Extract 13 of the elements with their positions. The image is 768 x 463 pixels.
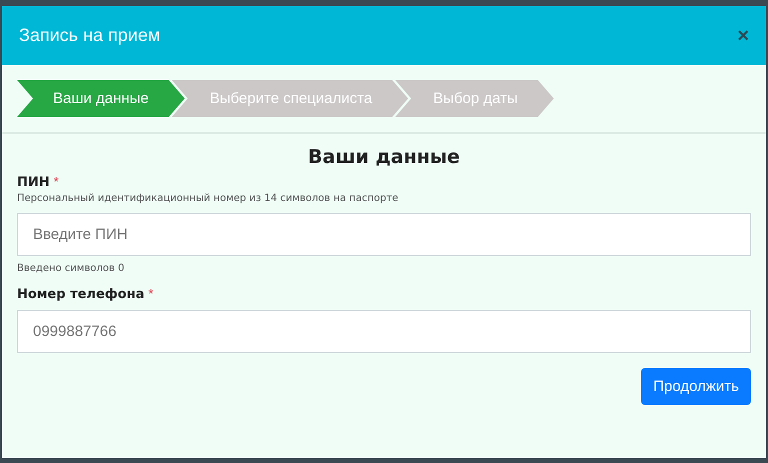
input-field[interactable]: 0999887766 <box>17 310 751 353</box>
form-heading: Ваши данные <box>307 146 461 168</box>
character-counter: Введено символов 0 <box>17 263 126 274</box>
step-tab[interactable]: Ваши данные <box>17 80 185 117</box>
field-hint: Персональный идентификационный номер из 14 символов на паспорте <box>17 193 400 204</box>
dialog-title: Запись на прием <box>19 25 160 46</box>
field-label: Номер телефона <box>17 287 144 302</box>
field-label: ПИН <box>17 175 50 190</box>
required-mark: * <box>54 174 59 189</box>
input-field[interactable]: Введите ПИН <box>17 213 751 256</box>
continue-button[interactable]: Продолжить <box>641 368 751 405</box>
required-mark: * <box>148 286 154 301</box>
close-button[interactable]: × <box>737 26 749 46</box>
